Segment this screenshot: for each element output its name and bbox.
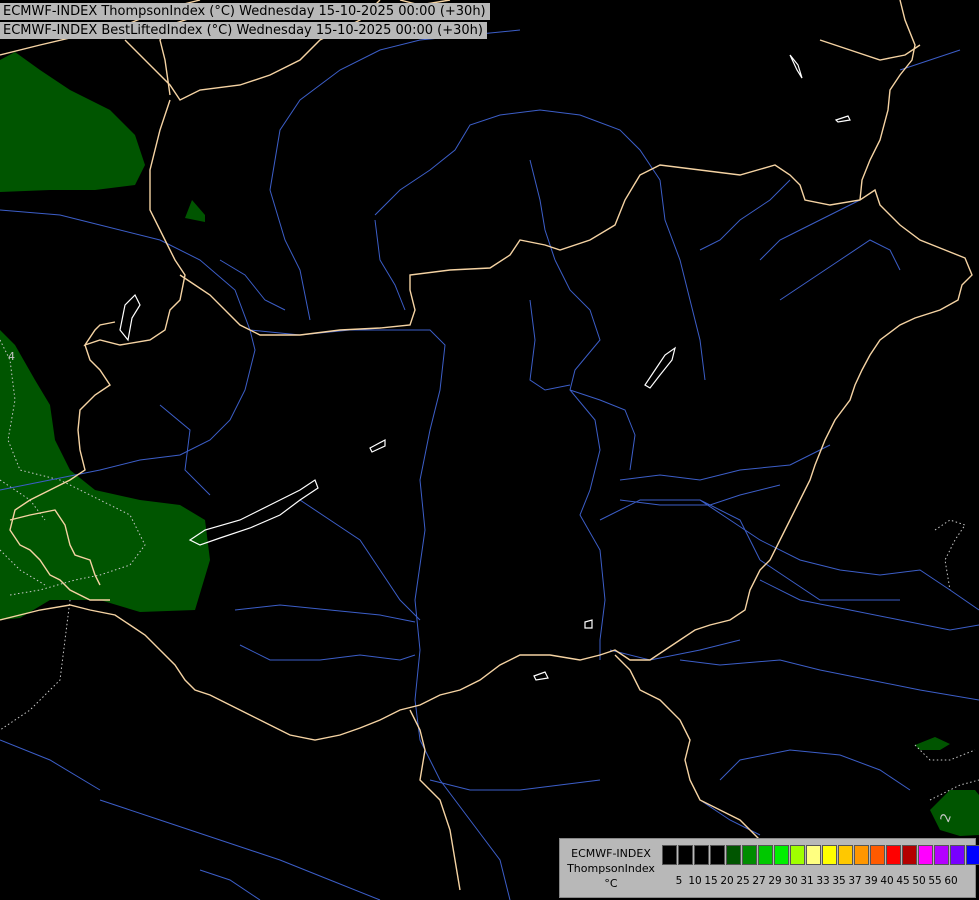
legend-unit: °C [604, 877, 618, 890]
legend-tick: 20 [720, 875, 734, 887]
legend-swatch [918, 845, 933, 865]
legend-parameter: ThompsonIndex [567, 862, 655, 875]
legend-swatch [870, 845, 885, 865]
legend-swatch [790, 845, 805, 865]
legend-swatch [854, 845, 869, 865]
legend-swatch [886, 845, 901, 865]
legend-tick: 37 [848, 875, 862, 887]
color-legend: ECMWF-INDEX ThompsonIndex °C 5 10 15 20 25 27… [559, 838, 979, 898]
legend-tick: 60 [944, 875, 958, 887]
legend-tick: 33 [816, 875, 830, 887]
map-title-primary: ECMWF-INDEX ThompsonIndex (°C) Wednesday… [0, 3, 490, 20]
legend-swatch [710, 845, 725, 865]
map-title-secondary: ECMWF-INDEX BestLiftedIndex (°C) Wednesd… [0, 22, 487, 39]
legend-tick: 30 [784, 875, 798, 887]
legend-swatch [758, 845, 773, 865]
legend-swatch [966, 845, 979, 865]
legend-swatch [662, 845, 677, 865]
weather-map: 4 2 [0, 0, 979, 900]
legend-tick: 45 [896, 875, 910, 887]
legend-tick: 10 [688, 875, 702, 887]
legend-tick: 29 [768, 875, 782, 887]
legend-tick: 15 [704, 875, 718, 887]
legend-ticks: 5 10 15 20 25 27 29 30 31 33 35 37 39 40 45 50 55 60 [662, 875, 974, 889]
contour-label-4: 4 [8, 350, 15, 363]
legend-swatch [742, 845, 757, 865]
legend-swatch [822, 845, 837, 865]
legend-tick: 25 [736, 875, 750, 887]
legend-tick: 55 [928, 875, 942, 887]
legend-swatch [726, 845, 741, 865]
legend-swatch [678, 845, 693, 865]
legend-swatch [774, 845, 789, 865]
legend-swatch [838, 845, 853, 865]
legend-tick: 39 [864, 875, 878, 887]
legend-tick: 27 [752, 875, 766, 887]
legend-swatch [950, 845, 965, 865]
legend-swatch [934, 845, 949, 865]
legend-swatch [806, 845, 821, 865]
legend-tick: 50 [912, 875, 926, 887]
legend-swatch [694, 845, 709, 865]
legend-tick: 31 [800, 875, 814, 887]
legend-model: ECMWF-INDEX [571, 847, 651, 860]
legend-tick: 40 [880, 875, 894, 887]
legend-swatch [902, 845, 917, 865]
legend-tick: 5 [675, 875, 683, 887]
legend-tick: 35 [832, 875, 846, 887]
legend-swatches [662, 845, 979, 865]
